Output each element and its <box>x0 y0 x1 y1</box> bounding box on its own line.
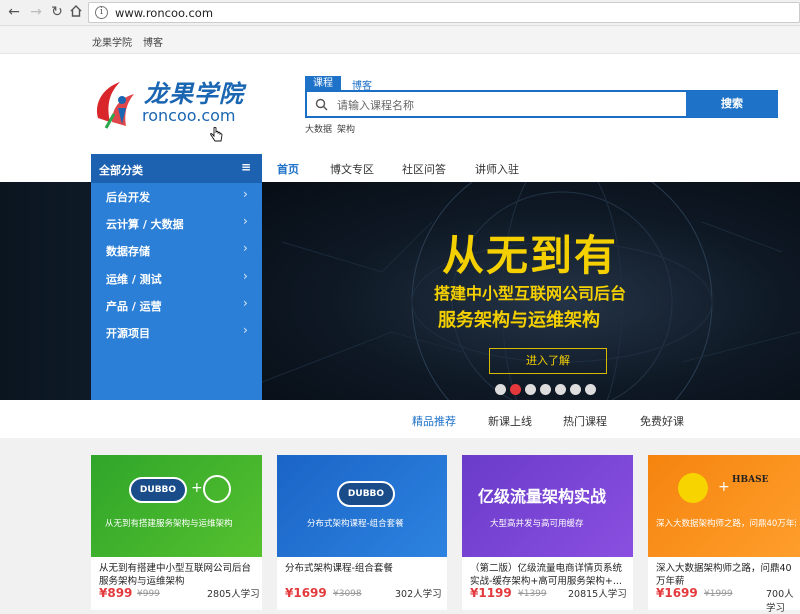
carousel-dot[interactable] <box>525 384 536 395</box>
course-price: ¥1699 <box>285 586 327 600</box>
course-title[interactable]: 深入大数据架构师之路，问鼎40万年薪 <box>656 562 800 588</box>
top-utility-nav: 龙果学院 博客 <box>0 26 800 54</box>
roncoo-logo-icon <box>96 82 134 129</box>
banner-headline: 从无到有 <box>442 231 619 280</box>
course-original-price: ¥1399 <box>518 589 547 599</box>
search-placeholder: 请输入课程名称 <box>337 99 414 112</box>
tab-featured[interactable]: 精品推荐 <box>412 413 456 429</box>
course-price: ¥1199 <box>470 586 512 600</box>
course-students: 302人学习 <box>395 589 442 600</box>
course-cover: DUBBO 分布式架构课程-组合套餐 <box>277 455 447 557</box>
course-original-price: ¥999 <box>137 589 160 599</box>
carousel-dot[interactable] <box>555 384 566 395</box>
nav-community-qa[interactable]: 社区问答 <box>402 161 446 177</box>
reload-icon[interactable]: ↻ <box>49 4 65 20</box>
info-icon[interactable]: i <box>95 6 108 19</box>
back-arrow-icon[interactable]: ← <box>6 4 22 20</box>
course-original-price: ¥3098 <box>333 589 362 599</box>
category-item-backend[interactable]: 后台开发 <box>106 189 150 205</box>
nav-instructor-join[interactable]: 讲师入驻 <box>475 161 519 177</box>
chevron-right-icon: › <box>243 214 248 228</box>
banner-left-bg <box>0 182 91 400</box>
chevron-right-icon: › <box>243 241 248 255</box>
course-price: ¥899 <box>99 586 133 600</box>
course-cover-text: 从无到有搭建服务架构与运维架构 <box>105 519 233 529</box>
topnav-link-blog[interactable]: 博客 <box>143 34 163 49</box>
home-icon[interactable] <box>68 4 84 20</box>
category-item-product-operation[interactable]: 产品 / 运营 <box>106 298 162 314</box>
carousel-dot[interactable] <box>540 384 551 395</box>
hand-cursor-icon <box>210 127 223 142</box>
category-item-open-source[interactable]: 开源项目 <box>106 325 150 341</box>
dubbo-logo: DUBBO <box>337 481 395 507</box>
course-students: 2805人学习 <box>207 589 260 600</box>
search-icon <box>315 98 328 111</box>
chevron-right-icon: › <box>243 187 248 201</box>
course-cover: + HBASE 深入大数据架构师之路，问鼎40万年薪 <box>648 455 800 557</box>
plus-icon: + <box>718 479 730 495</box>
course-cover: DUBBO + 从无到有搭建服务架构与运维架构 <box>91 455 262 557</box>
nav-blog-zone[interactable]: 博文专区 <box>330 161 374 177</box>
course-title[interactable]: 从无到有搭建中小型互联网公司后台服务架构与运维架构 <box>99 562 259 588</box>
category-header-title: 全部分类 <box>99 164 143 177</box>
course-cover-text: 深入大数据架构师之路，问鼎40万年薪 <box>656 519 796 529</box>
leaf-logo-icon <box>203 475 231 503</box>
plus-icon: + <box>191 480 203 496</box>
logo-chinese-text: 龙果学院 <box>144 80 244 108</box>
category-item-ops-testing[interactable]: 运维 / 测试 <box>106 271 162 287</box>
course-title[interactable]: 分布式架构课程-组合套餐 <box>285 562 440 575</box>
course-card[interactable]: DUBBO 分布式架构课程-组合套餐 分布式架构课程-组合套餐 ¥1699 ¥3… <box>277 455 447 610</box>
course-cover-text: 分布式架构课程-组合套餐 <box>307 519 404 529</box>
search-button[interactable]: 搜索 <box>686 91 778 117</box>
course-original-price: ¥1999 <box>704 589 733 599</box>
tab-new[interactable]: 新课上线 <box>488 413 532 429</box>
hive-logo-icon <box>678 473 708 503</box>
browser-toolbar: ← → ↻ i www.roncoo.com <box>0 0 800 26</box>
carousel-dot[interactable] <box>495 384 506 395</box>
category-header[interactable]: 全部分类 ≡ <box>91 154 262 183</box>
banner-line-2: 服务架构与运维架构 <box>438 310 600 331</box>
carousel-dot[interactable] <box>585 384 596 395</box>
course-card[interactable]: DUBBO + 从无到有搭建服务架构与运维架构 从无到有搭建中小型互联网公司后台… <box>91 455 262 610</box>
hotword-bigdata[interactable]: 大数据 <box>305 122 332 135</box>
chevron-right-icon: › <box>243 323 248 337</box>
nav-home[interactable]: 首页 <box>277 161 299 177</box>
course-card[interactable]: 亿级流量架构实战 大型高并发与高可用缓存 （第二版）亿级流量电商详情页系统实战-… <box>462 455 633 610</box>
url-text: www.roncoo.com <box>115 6 214 20</box>
topnav-link-college[interactable]: 龙果学院 <box>92 34 132 49</box>
forward-arrow-icon[interactable]: → <box>28 4 44 20</box>
category-item-storage[interactable]: 数据存储 <box>106 243 150 259</box>
course-card[interactable]: + HBASE 深入大数据架构师之路，问鼎40万年薪 深入大数据架构师之路，问鼎… <box>648 455 800 614</box>
address-bar[interactable]: i www.roncoo.com <box>88 2 800 23</box>
course-students: 700人学习 <box>766 589 794 614</box>
tab-free[interactable]: 免费好课 <box>640 413 684 429</box>
list-icon: ≡ <box>241 160 252 174</box>
banner-cta-button[interactable]: 进入了解 <box>489 348 607 374</box>
category-item-cloud-bigdata[interactable]: 云计算 / 大数据 <box>106 216 184 232</box>
course-students: 20815人学习 <box>568 589 627 600</box>
dubbo-logo: DUBBO <box>129 477 187 503</box>
carousel-dot[interactable] <box>570 384 581 395</box>
carousel-dot-active[interactable] <box>510 384 521 395</box>
site-logo[interactable]: 龙果学院 roncoo.com <box>92 74 252 134</box>
course-cover-title: 亿级流量架构实战 <box>478 487 607 506</box>
logo-english-text: roncoo.com <box>142 106 236 125</box>
tab-hot[interactable]: 热门课程 <box>563 413 607 429</box>
hotword-architecture[interactable]: 架构 <box>337 122 355 135</box>
course-price: ¥1699 <box>656 586 698 600</box>
search-tab-course[interactable]: 课程 <box>305 76 341 91</box>
course-title[interactable]: （第二版）亿级流量电商详情页系统实战-缓存架构+高可用服务架构+... <box>470 562 628 588</box>
course-cover-text: 大型高并发与高可用缓存 <box>490 519 584 529</box>
chevron-right-icon: › <box>243 296 248 310</box>
banner-line-1: 搭建中小型互联网公司后台 <box>434 284 627 303</box>
hero-banner[interactable]: 从无到有 搭建中小型互联网公司后台 服务架构与运维架构 进入了解 <box>262 182 800 400</box>
chevron-right-icon: › <box>243 269 248 283</box>
course-cover: 亿级流量架构实战 大型高并发与高可用缓存 <box>462 455 633 557</box>
hbase-logo: HBASE <box>732 475 769 485</box>
